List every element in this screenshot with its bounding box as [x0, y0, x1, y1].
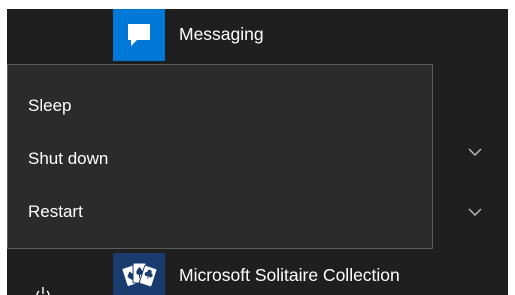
solitaire-cards-icon — [121, 262, 158, 288]
chevron-down-icon[interactable] — [468, 147, 482, 157]
power-menu-item-sleep[interactable]: Sleep — [8, 80, 432, 132]
app-tile-messaging[interactable]: Messaging — [7, 9, 508, 61]
power-menu-label-sleep: Sleep — [28, 96, 72, 115]
app-tile-solitaire[interactable]: Microsoft Solitaire Collection — [7, 251, 508, 295]
app-label-solitaire: Microsoft Solitaire Collection — [179, 265, 400, 285]
messaging-icon — [128, 24, 150, 46]
power-icon[interactable] — [33, 285, 53, 295]
power-menu-item-shut-down[interactable]: Shut down — [8, 133, 432, 185]
start-menu: Messaging Sleep Shut down Restart Micros… — [7, 9, 508, 295]
power-menu-label-restart: Restart — [28, 202, 83, 221]
chevron-down-icon[interactable] — [468, 207, 482, 217]
messaging-tile — [113, 9, 165, 61]
power-menu-label-shut-down: Shut down — [28, 149, 109, 168]
power-menu-item-restart[interactable]: Restart — [8, 186, 432, 238]
app-label-messaging: Messaging — [179, 24, 264, 44]
power-options-menu: Sleep Shut down Restart — [7, 64, 433, 249]
solitaire-tile — [113, 253, 165, 295]
